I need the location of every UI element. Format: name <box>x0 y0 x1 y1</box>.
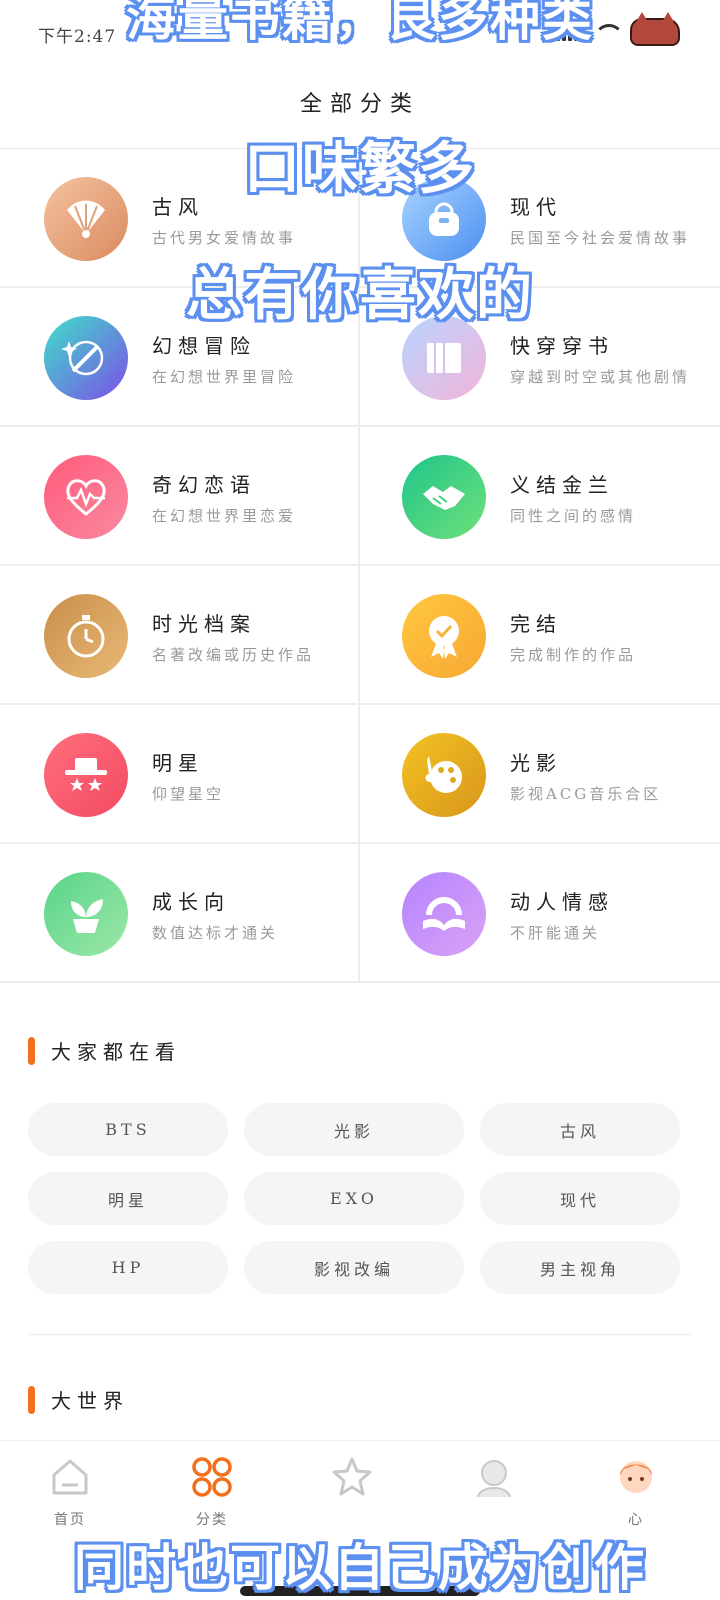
section-accent-bar <box>28 1385 35 1414</box>
category-item[interactable]: 义结金兰 同性之间的感情 <box>360 427 720 566</box>
star-icon <box>328 1453 376 1501</box>
star-hat-icon <box>44 733 128 817</box>
promo-caption-bottom: 同时也可以自己成为创作 <box>74 1539 646 1597</box>
nav-star[interactable] <box>292 1453 412 1533</box>
category-item[interactable]: 完结 完成制作的作品 <box>360 566 720 705</box>
page-title: 全部分类 <box>299 92 420 117</box>
category-name: 完结 <box>510 612 562 636</box>
category-desc: 仰望星空 <box>152 785 225 803</box>
category-name: 时光档案 <box>152 612 256 636</box>
category-name: 明星 <box>152 751 204 775</box>
category-item[interactable]: 明星 仰望星空 <box>0 705 360 844</box>
category-desc: 同性之间的感情 <box>510 507 637 525</box>
sprout-icon <box>44 872 128 956</box>
category-name: 幻想冒险 <box>152 334 256 358</box>
category-name: 动人情感 <box>510 890 614 914</box>
category-desc: 穿越到时空或其他剧情 <box>510 368 691 386</box>
popular-section-header: 大家都在看 <box>28 1036 181 1065</box>
section-divider <box>28 1334 692 1335</box>
nav-profile[interactable]: 心 <box>576 1453 696 1533</box>
section-accent-bar <box>28 1036 35 1065</box>
profile-avatar-icon <box>612 1453 660 1501</box>
badge-icon <box>402 594 486 678</box>
category-item[interactable]: 光影 影视ACG音乐合区 <box>360 705 720 844</box>
category-name: 光影 <box>510 751 562 775</box>
nav-home[interactable]: 首页 <box>10 1453 130 1533</box>
character-avatar-icon <box>470 1453 518 1501</box>
handshake-icon <box>402 455 486 539</box>
promo-caption-line2: 总有你喜欢的 <box>186 263 534 328</box>
tag-chip[interactable]: BTS <box>28 1103 228 1156</box>
category-item[interactable]: 时光档案 名著改编或历史作品 <box>0 566 360 705</box>
promo-caption-line1: 口味繁多 <box>244 137 476 202</box>
category-item[interactable]: 奇幻恋语 在幻想世界里恋爱 <box>0 427 360 566</box>
heartbeat-icon <box>44 455 128 539</box>
home-icon <box>46 1453 94 1501</box>
nav-category[interactable]: 分类 <box>152 1453 272 1533</box>
category-grid-icon <box>188 1453 236 1501</box>
nav-label: 分类 <box>196 1512 228 1528</box>
category-desc: 名著改编或历史作品 <box>152 646 315 664</box>
tag-chip[interactable]: 现代 <box>480 1172 680 1225</box>
tag-chip[interactable]: 古风 <box>480 1103 680 1156</box>
category-desc: 在幻想世界里冒险 <box>152 368 297 386</box>
category-desc: 在幻想世界里恋爱 <box>152 507 297 525</box>
stopwatch-icon <box>44 594 128 678</box>
open-book-icon <box>402 872 486 956</box>
category-desc: 影视ACG音乐合区 <box>510 785 662 803</box>
category-desc: 不肝能通关 <box>510 924 601 942</box>
nav-label: 心 <box>628 1512 644 1528</box>
category-name: 快穿穿书 <box>510 334 614 358</box>
category-desc: 古代男女爱情故事 <box>152 229 297 247</box>
category-item[interactable]: 成长向 数值达标才通关 <box>0 844 360 983</box>
category-desc: 数值达标才通关 <box>152 924 279 942</box>
popular-tags: BTS 光影 古风 明星 EXO 现代 HP 影视改编 男主视角 <box>28 1103 680 1294</box>
tag-chip[interactable]: HP <box>28 1241 228 1294</box>
section-title: 大家都在看 <box>51 1040 181 1064</box>
tag-chip[interactable]: 光影 <box>244 1103 464 1156</box>
world-section-header: 大世界 <box>28 1385 129 1414</box>
category-name: 成长向 <box>152 890 230 914</box>
nav-label: 首页 <box>54 1512 86 1528</box>
tag-chip[interactable]: 男主视角 <box>480 1241 680 1294</box>
film-reel-icon <box>402 733 486 817</box>
category-name: 奇幻恋语 <box>152 473 256 497</box>
tag-chip[interactable]: EXO <box>244 1172 464 1225</box>
section-title: 大世界 <box>51 1389 129 1413</box>
tag-chip[interactable]: 明星 <box>28 1172 228 1225</box>
category-desc: 民国至今社会爱情故事 <box>510 229 691 247</box>
category-desc: 完成制作的作品 <box>510 646 637 664</box>
promo-caption-top: 海量书籍，良多种类 <box>126 0 594 47</box>
category-name: 义结金兰 <box>510 473 614 497</box>
tag-chip[interactable]: 影视改编 <box>244 1241 464 1294</box>
nav-avatar[interactable] <box>434 1453 554 1533</box>
category-item[interactable]: 动人情感 不肝能通关 <box>360 844 720 983</box>
